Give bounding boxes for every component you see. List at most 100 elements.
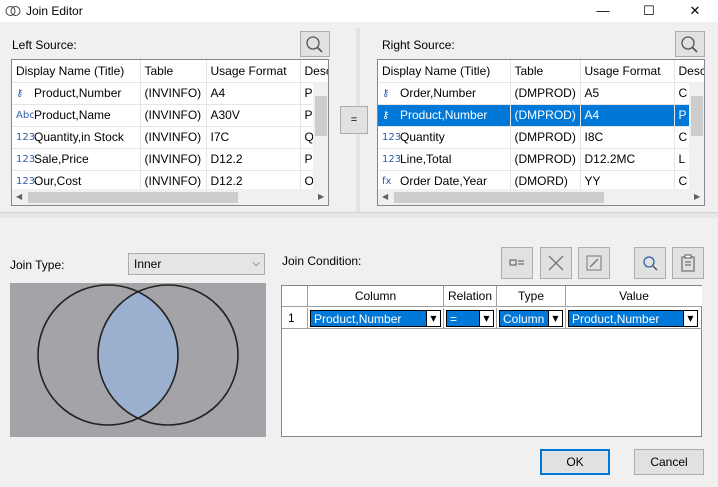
key-icon: ⚷ (382, 110, 390, 122)
type-select[interactable]: Column ▼ (499, 310, 563, 327)
column-header[interactable]: Descr (300, 60, 328, 83)
add-condition-button[interactable] (501, 247, 533, 279)
key-icon: ⚷ (16, 88, 24, 100)
chevron-down-icon[interactable]: ▼ (683, 311, 697, 326)
table-row[interactable]: 123Line,Total (DMPROD) D12.2MC L (378, 148, 704, 171)
table-row[interactable]: 123Sale,Price (INVINFO) D12.2 Pr (12, 148, 328, 171)
value-header[interactable]: Value (566, 286, 702, 307)
numeric-icon: 123 (16, 176, 36, 188)
scroll-thumb[interactable] (691, 96, 703, 136)
clipboard-icon (681, 254, 695, 272)
relation-select[interactable]: = ▼ (446, 310, 494, 327)
field-name: Sale,Price (34, 152, 89, 166)
left-source-grid[interactable]: Display Name (Title) Table Usage Format … (11, 59, 329, 206)
horizontal-splitter[interactable] (0, 212, 718, 218)
field-name: Order,Number (400, 86, 477, 100)
column-header[interactable]: Column (308, 286, 444, 307)
scroll-left-arrow[interactable]: ◀ (16, 192, 22, 201)
right-horizontal-scrollbar[interactable]: ◀ ▶ (378, 189, 704, 205)
type-header[interactable]: Type (497, 286, 566, 307)
row-number: 1 (282, 308, 308, 329)
scroll-thumb[interactable] (394, 192, 604, 203)
type-select-value: Column (503, 312, 545, 326)
zoom-condition-button[interactable] (634, 247, 666, 279)
table-row[interactable]: ⚷ Product,Number (INVINFO) A4 Pr (12, 82, 328, 105)
right-vertical-scrollbar[interactable] (689, 82, 704, 189)
row-number-header (282, 286, 308, 307)
right-grid-header: Display Name (Title) Table Usage Format … (378, 60, 704, 83)
scroll-thumb[interactable] (28, 192, 238, 203)
table-row[interactable]: 123Quantity (DMPROD) I8C C (378, 126, 704, 149)
edit-icon (586, 255, 602, 271)
cancel-button[interactable]: Cancel (634, 449, 704, 475)
field-table: (DMPROD) (510, 104, 581, 127)
minimize-button[interactable]: — (580, 0, 626, 22)
abc-icon: Abc (16, 110, 35, 122)
scroll-left-arrow[interactable]: ◀ (382, 192, 388, 201)
field-name: Product,Number (34, 86, 122, 100)
scroll-thumb[interactable] (315, 96, 327, 136)
ok-button[interactable]: OK (540, 449, 610, 475)
field-table: (INVINFO) (140, 126, 207, 149)
left-search-button[interactable] (300, 31, 330, 57)
type-cell[interactable]: Column ▼ (497, 308, 566, 329)
join-type-select[interactable]: Inner ⌵ (128, 253, 265, 275)
column-header[interactable]: Table (140, 60, 207, 83)
value-cell[interactable]: Product,Number ▼ (566, 308, 702, 329)
table-row[interactable]: 123Quantity,in Stock (INVINFO) I7C Q (12, 126, 328, 149)
search-icon (681, 36, 698, 53)
chevron-down-icon[interactable]: ▼ (479, 311, 493, 326)
column-header[interactable]: Usage Format (580, 60, 675, 83)
column-select[interactable]: Product,Number ▼ (310, 310, 441, 327)
clipboard-button[interactable] (672, 247, 704, 279)
field-format: I8C (580, 126, 675, 149)
column-header[interactable]: Table (510, 60, 581, 83)
numeric-icon: 123 (382, 154, 402, 166)
left-vertical-scrollbar[interactable] (313, 82, 328, 189)
table-row[interactable]: AbcProduct,Name (INVINFO) A30V Pr (12, 104, 328, 127)
right-search-button[interactable] (675, 31, 705, 57)
field-format: I7C (206, 126, 301, 149)
numeric-icon: 123 (16, 154, 36, 166)
table-row[interactable]: ⚷ Order,Number (DMPROD) A5 C (378, 82, 704, 105)
join-app-icon (5, 6, 21, 16)
edit-condition-button[interactable] (578, 247, 610, 279)
right-source-grid[interactable]: Display Name (Title) Table Usage Format … (377, 59, 705, 206)
column-header[interactable]: Display Name (Title) (12, 60, 141, 83)
field-table: (INVINFO) (140, 104, 207, 127)
join-condition-grid[interactable]: Column Relation Type Value 1 Product,Num… (281, 285, 702, 437)
column-header[interactable]: Desc (674, 60, 704, 83)
scroll-right-arrow[interactable]: ▶ (318, 192, 324, 201)
magnify-icon (643, 256, 658, 271)
field-format: D12.2MC (580, 148, 675, 171)
formula-icon: fx (382, 176, 392, 188)
left-horizontal-scrollbar[interactable]: ◀ ▶ (12, 189, 328, 205)
join-type-label: Join Type: (10, 258, 65, 272)
column-cell[interactable]: Product,Number ▼ (308, 308, 444, 329)
field-table: (INVINFO) (140, 82, 207, 105)
close-button[interactable]: ✕ (672, 0, 718, 22)
maximize-button[interactable]: ☐ (626, 0, 672, 22)
chevron-down-icon[interactable]: ▼ (426, 311, 440, 326)
field-format: D12.2 (206, 148, 301, 171)
left-source-label: Left Source: (12, 38, 77, 52)
equals-button[interactable]: = (340, 106, 368, 134)
field-name: Product,Number (400, 108, 488, 122)
delete-condition-button[interactable] (540, 247, 572, 279)
relation-cell[interactable]: = ▼ (444, 308, 497, 329)
column-header[interactable]: Usage Format (206, 60, 301, 83)
table-row-selected[interactable]: ⚷ Product,Number (DMPROD) A4 P (378, 104, 704, 127)
relation-header[interactable]: Relation (444, 286, 497, 307)
field-format: A4 (206, 82, 301, 105)
field-name: Quantity (400, 130, 445, 144)
chevron-down-icon: ⌵ (252, 258, 260, 269)
column-header[interactable]: Display Name (Title) (378, 60, 511, 83)
field-name: Order Date,Year (400, 174, 487, 188)
field-table: (DMPROD) (510, 82, 581, 105)
numeric-icon: 123 (16, 132, 36, 144)
chevron-down-icon[interactable]: ▼ (548, 311, 562, 326)
scroll-right-arrow[interactable]: ▶ (694, 192, 700, 201)
join-condition-label: Join Condition: (282, 254, 362, 268)
value-select[interactable]: Product,Number ▼ (568, 310, 698, 327)
field-name: Our,Cost (34, 174, 82, 188)
